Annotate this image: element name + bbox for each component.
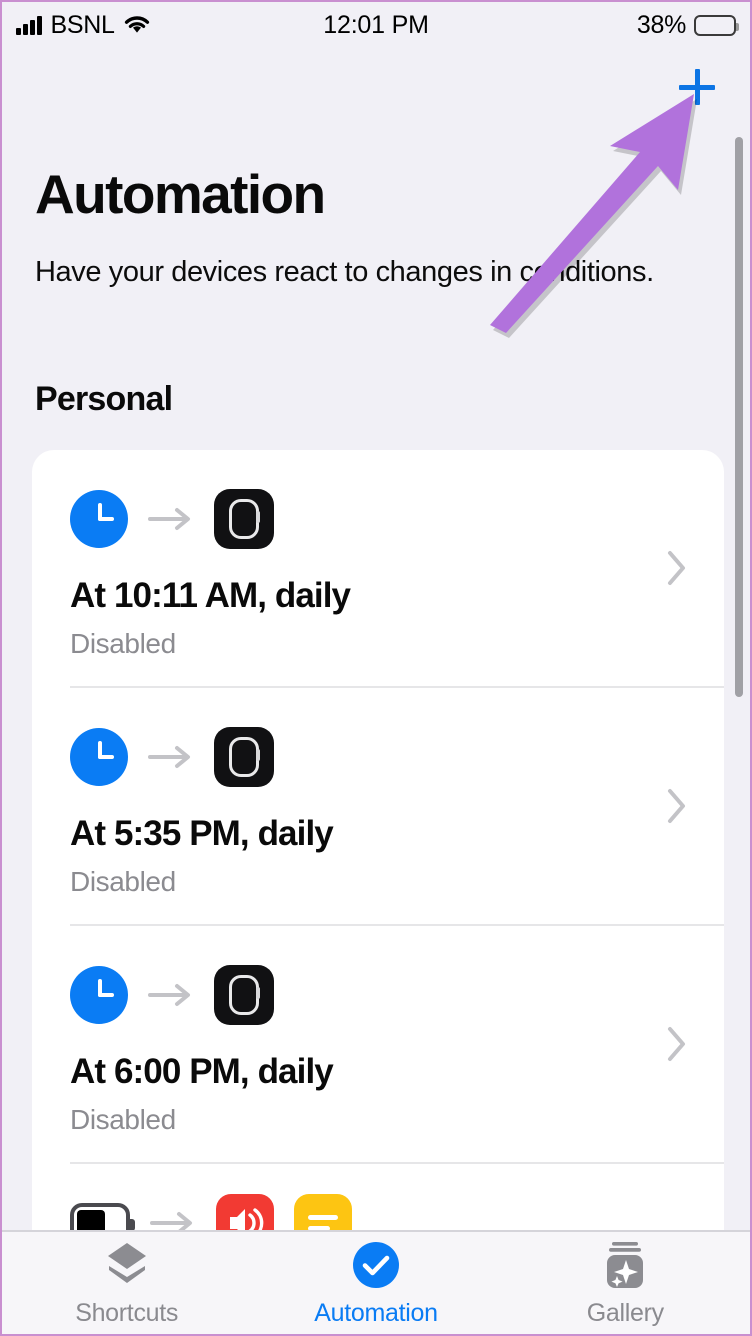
page-subtitle: Have your devices react to changes in co… [35, 256, 654, 288]
apple-watch-icon [214, 727, 274, 787]
apple-watch-icon [214, 965, 274, 1025]
vertical-scrollbar[interactable] [735, 137, 743, 697]
table-row[interactable]: At 6:00 PM, daily Disabled [32, 926, 724, 1162]
table-row[interactable]: At 10:11 AM, daily Disabled [32, 450, 724, 686]
automation-check-icon [350, 1239, 402, 1291]
clock-icon [70, 728, 128, 786]
add-automation-button[interactable] [674, 64, 720, 110]
carrier-label: BSNL [50, 10, 115, 39]
status-bar-right: 38% [636, 10, 739, 40]
chevron-right-icon [666, 549, 688, 587]
tab-shortcuts[interactable]: Shortcuts [2, 1232, 251, 1334]
table-row[interactable]: At 5:35 PM, daily Disabled [32, 688, 724, 924]
automation-list-card: At 10:11 AM, daily Disabled At 5:35 PM, da… [32, 450, 724, 1230]
status-badge: Disabled [70, 628, 176, 659]
tab-automation-label: Automation [314, 1298, 438, 1327]
row-icons [70, 1192, 724, 1230]
tab-automation[interactable]: Automation [251, 1232, 500, 1334]
speaker-volume-icon [216, 1194, 274, 1230]
shortcuts-icon [101, 1239, 153, 1291]
apple-watch-icon [214, 489, 274, 549]
arrow-right-icon [148, 507, 194, 531]
battery-percent-label: 38% [636, 10, 686, 39]
status-badge: Disabled [70, 1104, 176, 1135]
status-bar-clock: 12:01 PM [323, 10, 429, 39]
arrow-right-icon [150, 1211, 196, 1230]
status-bar-left: BSNL [16, 11, 150, 40]
arrow-right-icon [148, 745, 194, 769]
notes-icon [294, 1194, 352, 1230]
arrow-right-icon [148, 983, 194, 1007]
tab-gallery[interactable]: Gallery [501, 1232, 750, 1334]
automation-title: At 10:11 AM, daily [70, 576, 351, 615]
row-icons [70, 964, 724, 1026]
tab-bar: Shortcuts Automation Gallery [2, 1230, 750, 1334]
cellular-signal-icon [16, 15, 42, 35]
gallery-sparkle-icon [599, 1239, 651, 1291]
clock-icon [70, 490, 128, 548]
row-icons [70, 488, 724, 550]
status-bar: BSNL 12:01 PM 38% [2, 2, 750, 48]
tab-shortcuts-label: Shortcuts [75, 1298, 179, 1327]
battery-icon [694, 14, 739, 36]
chevron-right-icon [666, 1025, 688, 1063]
automation-title: At 5:35 PM, daily [70, 814, 334, 853]
automation-title: At 6:00 PM, daily [70, 1052, 334, 1091]
table-row-partial[interactable] [32, 1164, 724, 1230]
page-title: Automation [35, 163, 326, 225]
row-icons [70, 726, 724, 788]
status-badge: Disabled [70, 866, 176, 897]
annotation-arrow-icon [472, 90, 712, 340]
battery-level-icon [70, 1203, 135, 1230]
clock-icon [70, 966, 128, 1024]
wifi-icon [124, 15, 150, 35]
automation-rows: At 10:11 AM, daily Disabled At 5:35 PM, da… [32, 450, 724, 1164]
phone-screen: BSNL 12:01 PM 38% Automation Have your d… [0, 0, 752, 1336]
tab-gallery-label: Gallery [586, 1298, 664, 1327]
chevron-right-icon [666, 787, 688, 825]
section-header-personal: Personal [35, 380, 173, 418]
